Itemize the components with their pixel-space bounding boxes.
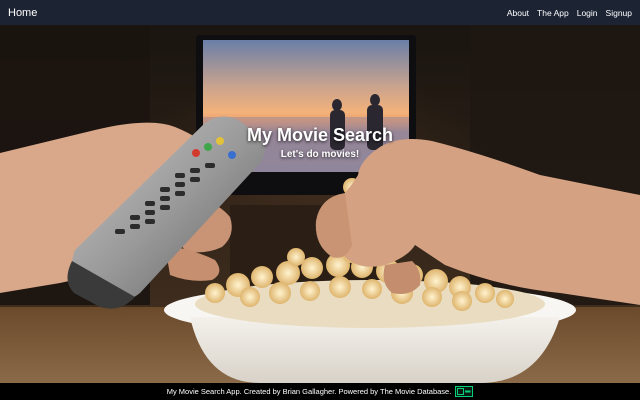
nav-link-the-app[interactable]: The App bbox=[537, 8, 569, 18]
footer: My Movie Search App. Created by Brian Ga… bbox=[0, 383, 640, 400]
navbar: Home About The App Login Signup bbox=[0, 0, 640, 25]
hero-section: My Movie Search Let's do movies! bbox=[0, 25, 640, 383]
footer-credits: My Movie Search App. Created by Brian Ga… bbox=[166, 387, 452, 396]
nav-links: About The App Login Signup bbox=[507, 8, 632, 18]
nav-link-about[interactable]: About bbox=[507, 8, 529, 18]
hero-background-image bbox=[0, 25, 640, 383]
nav-link-login[interactable]: Login bbox=[577, 8, 598, 18]
hero-subtitle: Let's do movies! bbox=[280, 149, 360, 160]
tmdb-logo-icon[interactable] bbox=[455, 386, 474, 397]
home-link[interactable]: Home bbox=[8, 7, 37, 19]
hero-title: My Movie Search bbox=[246, 125, 394, 145]
nav-link-signup[interactable]: Signup bbox=[606, 8, 632, 18]
